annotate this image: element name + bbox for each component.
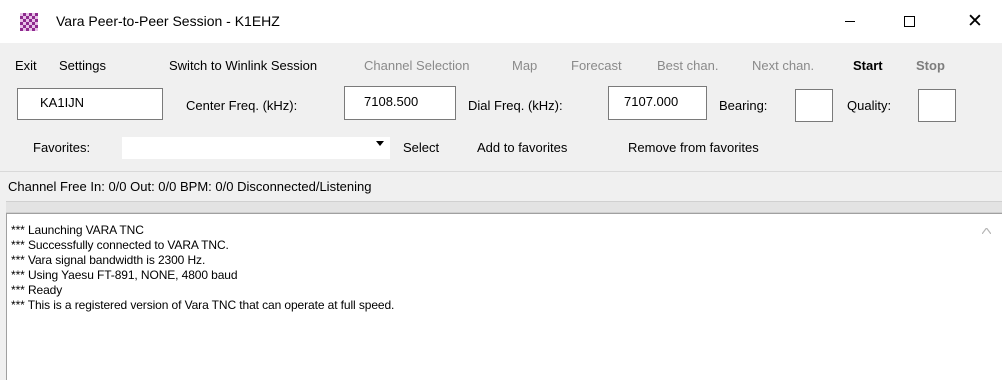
dial-freq-value: 7107.000: [624, 94, 679, 109]
panel-divider[interactable]: [6, 201, 1002, 213]
log-line: *** Launching VARA TNC: [11, 223, 144, 237]
maximize-icon: [903, 16, 915, 27]
menu-forecast[interactable]: Forecast: [571, 58, 622, 73]
menu-switch-winlink[interactable]: Switch to Winlink Session: [169, 58, 317, 73]
title-bar[interactable]: Vara Peer-to-Peer Session - K1EHZ ✕: [0, 0, 1002, 43]
remove-from-favorites-button[interactable]: Remove from favorites: [628, 140, 759, 155]
maximize-button[interactable]: [886, 0, 932, 43]
menu-next-chan[interactable]: Next chan.: [752, 58, 814, 73]
menu-start[interactable]: Start: [853, 58, 883, 73]
quality-input[interactable]: [918, 89, 956, 122]
log-line: *** Successfully connected to VARA TNC.: [11, 238, 229, 252]
menu-best-chan[interactable]: Best chan.: [657, 58, 718, 73]
menu-channel-selection[interactable]: Channel Selection: [364, 58, 470, 73]
log-line: *** Vara signal bandwidth is 2300 Hz.: [11, 253, 206, 267]
favorites-label: Favorites:: [33, 140, 91, 155]
close-button[interactable]: ✕: [952, 0, 998, 43]
center-freq-value: 7108.500: [364, 94, 419, 109]
app-window: Vara Peer-to-Peer Session - K1EHZ ✕ Exit…: [0, 0, 1002, 380]
status-text: Channel Free In: 0/0 Out: 0/0 BPM: 0/0 D…: [8, 179, 372, 194]
session-log[interactable]: *** Launching VARA TNC *** Successfully …: [6, 213, 1002, 380]
minimize-button[interactable]: [827, 0, 873, 43]
dropdown-arrow-icon[interactable]: [376, 141, 384, 146]
center-freq-label: Center Freq. (kHz):: [186, 98, 298, 113]
dial-freq-input[interactable]: 7107.000: [608, 86, 707, 120]
callsign-value: KA1IJN: [40, 95, 85, 110]
window-title: Vara Peer-to-Peer Session - K1EHZ: [56, 13, 280, 29]
bearing-label: Bearing:: [719, 98, 768, 113]
close-icon: ✕: [967, 10, 983, 32]
center-freq-input[interactable]: 7108.500: [344, 86, 456, 120]
menu-stop[interactable]: Stop: [916, 58, 945, 73]
bearing-input[interactable]: [795, 89, 833, 122]
menu-settings[interactable]: Settings: [59, 58, 106, 73]
checkered-app-icon: [20, 13, 38, 31]
dial-freq-label: Dial Freq. (kHz):: [468, 98, 563, 113]
add-to-favorites-button[interactable]: Add to favorites: [477, 140, 567, 155]
minimize-icon: [845, 21, 855, 22]
favorites-select-button[interactable]: Select: [403, 140, 439, 155]
log-line: *** This is a registered version of Vara…: [11, 298, 395, 312]
menu-exit[interactable]: Exit: [15, 58, 37, 73]
log-line: *** Using Yaesu FT-891, NONE, 4800 baud: [11, 268, 238, 282]
callsign-input[interactable]: KA1IJN: [17, 88, 163, 120]
favorites-dropdown[interactable]: [122, 137, 390, 159]
menu-bar: Exit Settings Switch to Winlink Session …: [0, 56, 1002, 76]
status-bar: Channel Free In: 0/0 Out: 0/0 BPM: 0/0 D…: [0, 171, 1002, 202]
quality-label: Quality:: [847, 98, 892, 113]
menu-map[interactable]: Map: [512, 58, 537, 73]
log-line: *** Ready: [11, 283, 63, 297]
scroll-up-icon[interactable]: [982, 228, 991, 234]
